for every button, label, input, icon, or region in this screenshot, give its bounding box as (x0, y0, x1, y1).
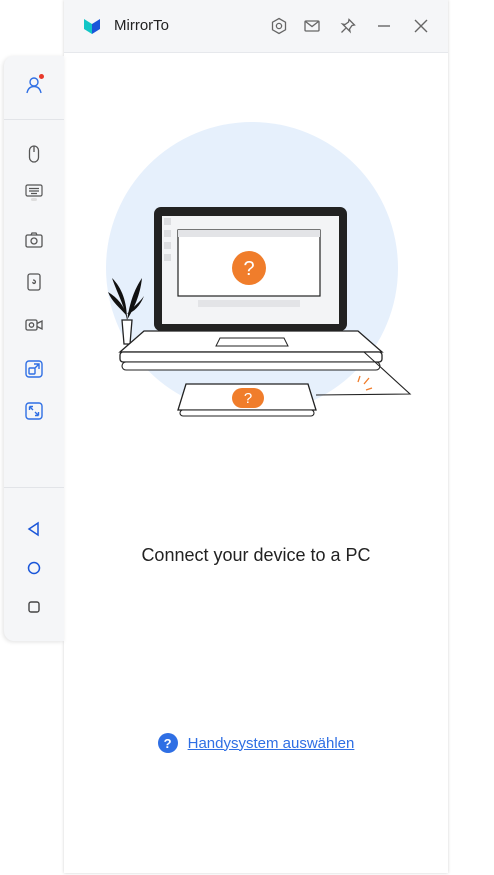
phone-screen-icon (27, 273, 41, 291)
close-button[interactable] (409, 14, 433, 38)
feedback-mail-button[interactable] (300, 14, 324, 38)
fullscreen-button[interactable] (22, 399, 46, 423)
fullscreen-icon (25, 402, 43, 420)
settings-icon (271, 17, 287, 35)
mouse-control-button[interactable] (22, 142, 46, 166)
help-row: ? Handysystem auswählen (64, 733, 448, 753)
side-toolbar (4, 56, 64, 641)
connect-device-illustration: ? ? (106, 122, 412, 417)
video-record-icon (25, 319, 43, 331)
mail-icon (304, 20, 320, 32)
android-home-button[interactable] (22, 556, 46, 580)
recent-square-icon (28, 601, 40, 613)
android-recent-apps-button[interactable] (22, 595, 46, 619)
sidebar-divider (4, 487, 64, 488)
select-phone-system-link[interactable]: Handysystem auswählen (188, 735, 355, 752)
android-back-button[interactable] (22, 517, 46, 541)
main-window: MirrorTo ? ? Connect your device to a PC… (64, 0, 448, 873)
page: MirrorTo ? ? Connect your device to a PC… (0, 0, 494, 875)
mirrorto-logo-icon (84, 19, 100, 34)
pin-icon (340, 18, 356, 34)
minimize-button[interactable] (372, 14, 396, 38)
app-title: MirrorTo (114, 17, 169, 34)
screen-record-button[interactable] (22, 313, 46, 337)
keyboard-button[interactable] (22, 181, 46, 205)
laptop-icon (118, 207, 384, 371)
pin-button[interactable] (336, 14, 360, 38)
mouse-icon (28, 145, 40, 163)
back-triangle-icon (27, 521, 39, 537)
connect-instruction-text: Connect your device to a PC (141, 545, 371, 565)
sidebar-divider (4, 119, 64, 120)
help-icon[interactable]: ? (157, 733, 178, 753)
home-circle-icon (27, 561, 41, 575)
minimize-icon (378, 25, 390, 27)
settings-button[interactable] (267, 14, 291, 38)
rotate-window-icon (25, 360, 43, 378)
close-icon (414, 19, 428, 33)
svg-text:?: ? (243, 258, 254, 280)
svg-text:?: ? (244, 390, 252, 407)
title-bar: MirrorTo (64, 0, 448, 53)
notification-dot (39, 74, 44, 79)
phone-screen-button[interactable] (22, 270, 46, 294)
screenshot-button[interactable] (22, 228, 46, 252)
account-button[interactable] (22, 73, 46, 97)
camera-icon (25, 232, 43, 248)
keyboard-icon (25, 184, 43, 201)
rotate-window-button[interactable] (22, 357, 46, 381)
